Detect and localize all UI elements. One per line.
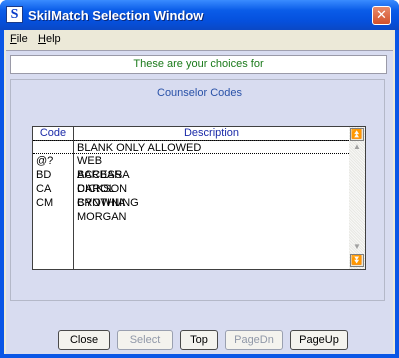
choices-banner: These are your choices for — [10, 55, 387, 74]
row-code: BD — [36, 169, 52, 181]
client-area: File Help These are your choices for Cou… — [4, 30, 395, 355]
menu-file-label: ile — [16, 33, 28, 45]
row-description: CYNTHIA MORGAN — [77, 197, 127, 223]
column-header-code[interactable]: Code — [33, 127, 73, 141]
vertical-scrollbar[interactable]: ⏫ ▲ ▼ ⏬ — [349, 127, 365, 269]
title-bar[interactable]: S SkilMatch Selection Window ✕ — [0, 0, 399, 30]
scroll-up-arrow-icon[interactable]: ▲ — [350, 142, 364, 152]
window-title: SkilMatch Selection Window — [28, 8, 204, 23]
menu-bar: File Help — [4, 30, 395, 49]
select-button[interactable]: Select — [117, 330, 173, 350]
menu-help-mnemonic: H — [38, 33, 46, 45]
list-subtitle: Counselor Codes — [157, 87, 242, 99]
row-description: BLANK ONLY ALLOWED — [77, 142, 202, 154]
row-code: CA — [36, 183, 52, 195]
menu-help[interactable]: Help — [38, 33, 61, 45]
menu-file[interactable]: File — [10, 33, 28, 45]
app-logo-icon[interactable]: S — [6, 6, 23, 23]
scroll-top-button[interactable]: ⏫ — [350, 128, 364, 141]
top-button[interactable]: Top — [180, 330, 218, 350]
menu-help-label: elp — [45, 33, 61, 45]
window-bottom-border — [0, 354, 399, 358]
row-code: @? — [36, 155, 54, 167]
column-header-description[interactable]: Description — [74, 127, 349, 141]
scroll-down-arrow-icon[interactable]: ▼ — [350, 242, 364, 252]
table-row[interactable]: BLANK ONLY ALLOWED — [33, 140, 349, 154]
choices-table[interactable]: Code Description BLANK ONLY ALLOWED @? W… — [32, 126, 366, 270]
pageup-button[interactable]: PageUp — [290, 330, 348, 350]
pagedn-button[interactable]: PageDn — [225, 330, 283, 350]
scroll-bottom-button[interactable]: ⏬ — [350, 254, 364, 267]
menu-file-mnemonic: F — [10, 33, 17, 45]
selection-window: S SkilMatch Selection Window ✕ File Help… — [0, 0, 399, 358]
close-button[interactable]: Close — [58, 330, 110, 350]
row-code: CM — [36, 197, 54, 209]
close-icon[interactable]: ✕ — [372, 6, 391, 25]
